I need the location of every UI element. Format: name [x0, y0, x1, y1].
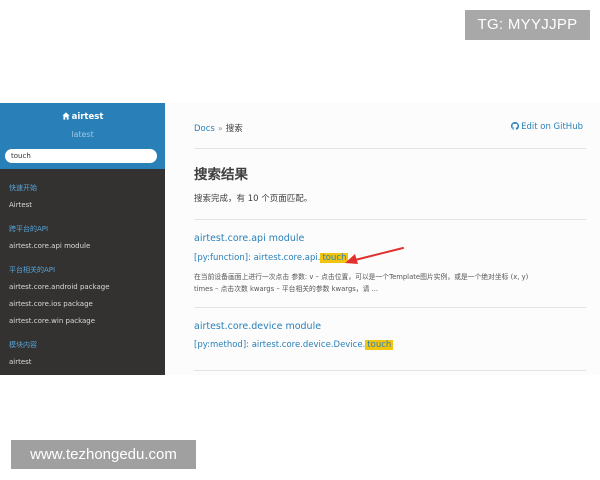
- context-prefix: [py:method]: airtest.core.device.Device.: [194, 340, 366, 350]
- edit-on-github-link[interactable]: Edit on GitHub: [511, 122, 583, 132]
- summary-divider: [194, 219, 586, 220]
- nav-item-airtest-module[interactable]: airtest: [9, 358, 32, 366]
- search-result-title[interactable]: airtest.core.api module: [194, 233, 304, 244]
- search-result-title[interactable]: airtest.core.device module: [194, 321, 321, 332]
- edit-on-github-label: Edit on GitHub: [521, 122, 583, 132]
- breadcrumb-docs-link[interactable]: Docs: [194, 124, 215, 134]
- nav-item-core-api[interactable]: airtest.core.api module: [9, 242, 90, 250]
- breadcrumb: Docs» 搜索: [194, 122, 243, 134]
- main-content: Docs» 搜索 Edit on GitHub 搜索结果 搜索完成，有 10 个页…: [165, 103, 600, 375]
- nav-caption-quickstart: 快速开始: [9, 184, 37, 192]
- search-result-snippet: 在当前设备画面上进行一次点击 参数: v – 点击位置，可以是一个Templat…: [194, 271, 584, 295]
- breadcrumb-current: 搜索: [225, 124, 243, 134]
- search-highlight: touch: [365, 340, 394, 350]
- home-icon: [61, 112, 70, 120]
- version-label: latest: [71, 130, 94, 139]
- docs-frame: airtest latest 快速开始 Airtest 跨平台的API airt…: [0, 103, 600, 375]
- search-result-context[interactable]: [py:method]: airtest.core.device.Device.…: [194, 340, 394, 350]
- snippet-line: 在当前设备画面上进行一次点击 参数: v – 点击位置，可以是一个Templat…: [194, 273, 529, 281]
- watermark-bottom: www.tezhongedu.com: [11, 440, 196, 469]
- annotation-arrow-icon: [345, 247, 404, 264]
- nav-item-android-package[interactable]: airtest.core.android package: [9, 283, 110, 291]
- brand-name: airtest: [71, 112, 104, 122]
- search-summary: 搜索完成，有 10 个页面匹配。: [194, 194, 313, 204]
- github-icon: [511, 122, 520, 130]
- nav-item-ios-package[interactable]: airtest.core.ios package: [9, 300, 93, 308]
- breadcrumb-separator: »: [217, 124, 223, 133]
- brand-link[interactable]: airtest: [0, 112, 165, 122]
- nav-item-win-package[interactable]: airtest.core.win package: [9, 317, 95, 325]
- header-divider: [194, 148, 586, 149]
- nav-item-airtest[interactable]: Airtest: [9, 201, 32, 209]
- watermark-top: TG: MYYJJPP: [465, 10, 590, 40]
- sidebar: airtest latest 快速开始 Airtest 跨平台的API airt…: [0, 103, 165, 375]
- sidebar-header: airtest latest: [0, 103, 165, 169]
- result-divider: [194, 307, 586, 308]
- nav-caption-module-contents: 模块内容: [9, 341, 37, 349]
- result-divider: [194, 370, 586, 371]
- search-input[interactable]: [5, 149, 157, 163]
- nav-caption-cross-platform-api: 跨平台的API: [9, 225, 49, 233]
- page-title: 搜索结果: [194, 167, 248, 183]
- context-prefix: [py:function]: airtest.core.api.: [194, 253, 321, 263]
- nav-caption-platform-api: 平台相关的API: [9, 266, 56, 274]
- search-result-context[interactable]: [py:function]: airtest.core.api. touch: [194, 253, 349, 263]
- snippet-line: times – 点击次数 kwargs – 平台相关的参数 kwargs，请 .…: [194, 285, 379, 293]
